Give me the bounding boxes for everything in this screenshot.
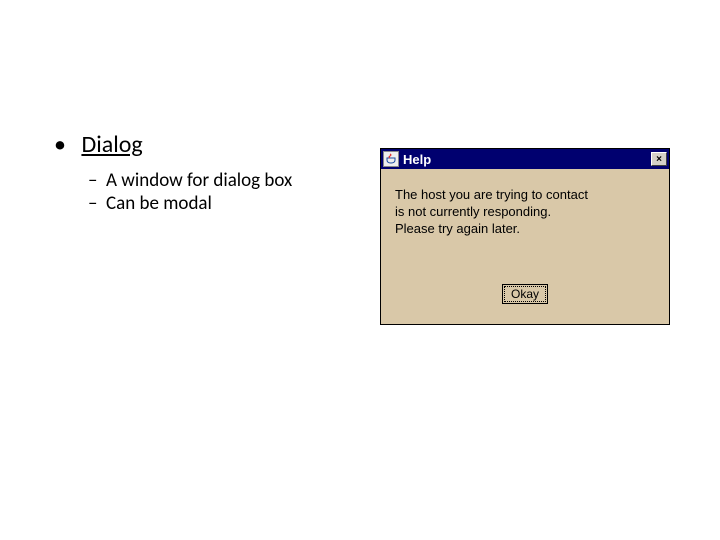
message-line: is not currently responding. (395, 204, 655, 221)
close-button[interactable]: × (651, 152, 667, 166)
close-icon: × (656, 154, 662, 165)
bullet-list: Dialog A window for dialog box Can be mo… (50, 130, 370, 215)
okay-button[interactable]: Okay (502, 284, 548, 304)
sub-item-text: A window for dialog box (106, 169, 292, 192)
dialog-message: The host you are trying to contact is no… (395, 187, 655, 238)
slide-content: Dialog A window for dialog box Can be mo… (0, 0, 720, 325)
dialog-title: Help (403, 152, 651, 167)
bullet-title: Dialog (81, 130, 142, 159)
bullet-item: Dialog A window for dialog box Can be mo… (50, 130, 370, 215)
dialog-window: Help × The host you are trying to contac… (380, 148, 670, 325)
sub-item-text: Can be modal (106, 192, 212, 215)
sub-item: A window for dialog box (88, 169, 370, 192)
text-column: Dialog A window for dialog box Can be mo… (50, 130, 370, 215)
sub-item: Can be modal (88, 192, 370, 215)
dialog-titlebar: Help × (381, 149, 669, 169)
sub-list: A window for dialog box Can be modal (88, 169, 370, 215)
java-cup-icon (383, 151, 399, 167)
dialog-button-row: Okay (395, 284, 655, 314)
message-line: The host you are trying to contact (395, 187, 655, 204)
message-line: Please try again later. (395, 221, 655, 238)
dialog-body: The host you are trying to contact is no… (381, 169, 669, 324)
